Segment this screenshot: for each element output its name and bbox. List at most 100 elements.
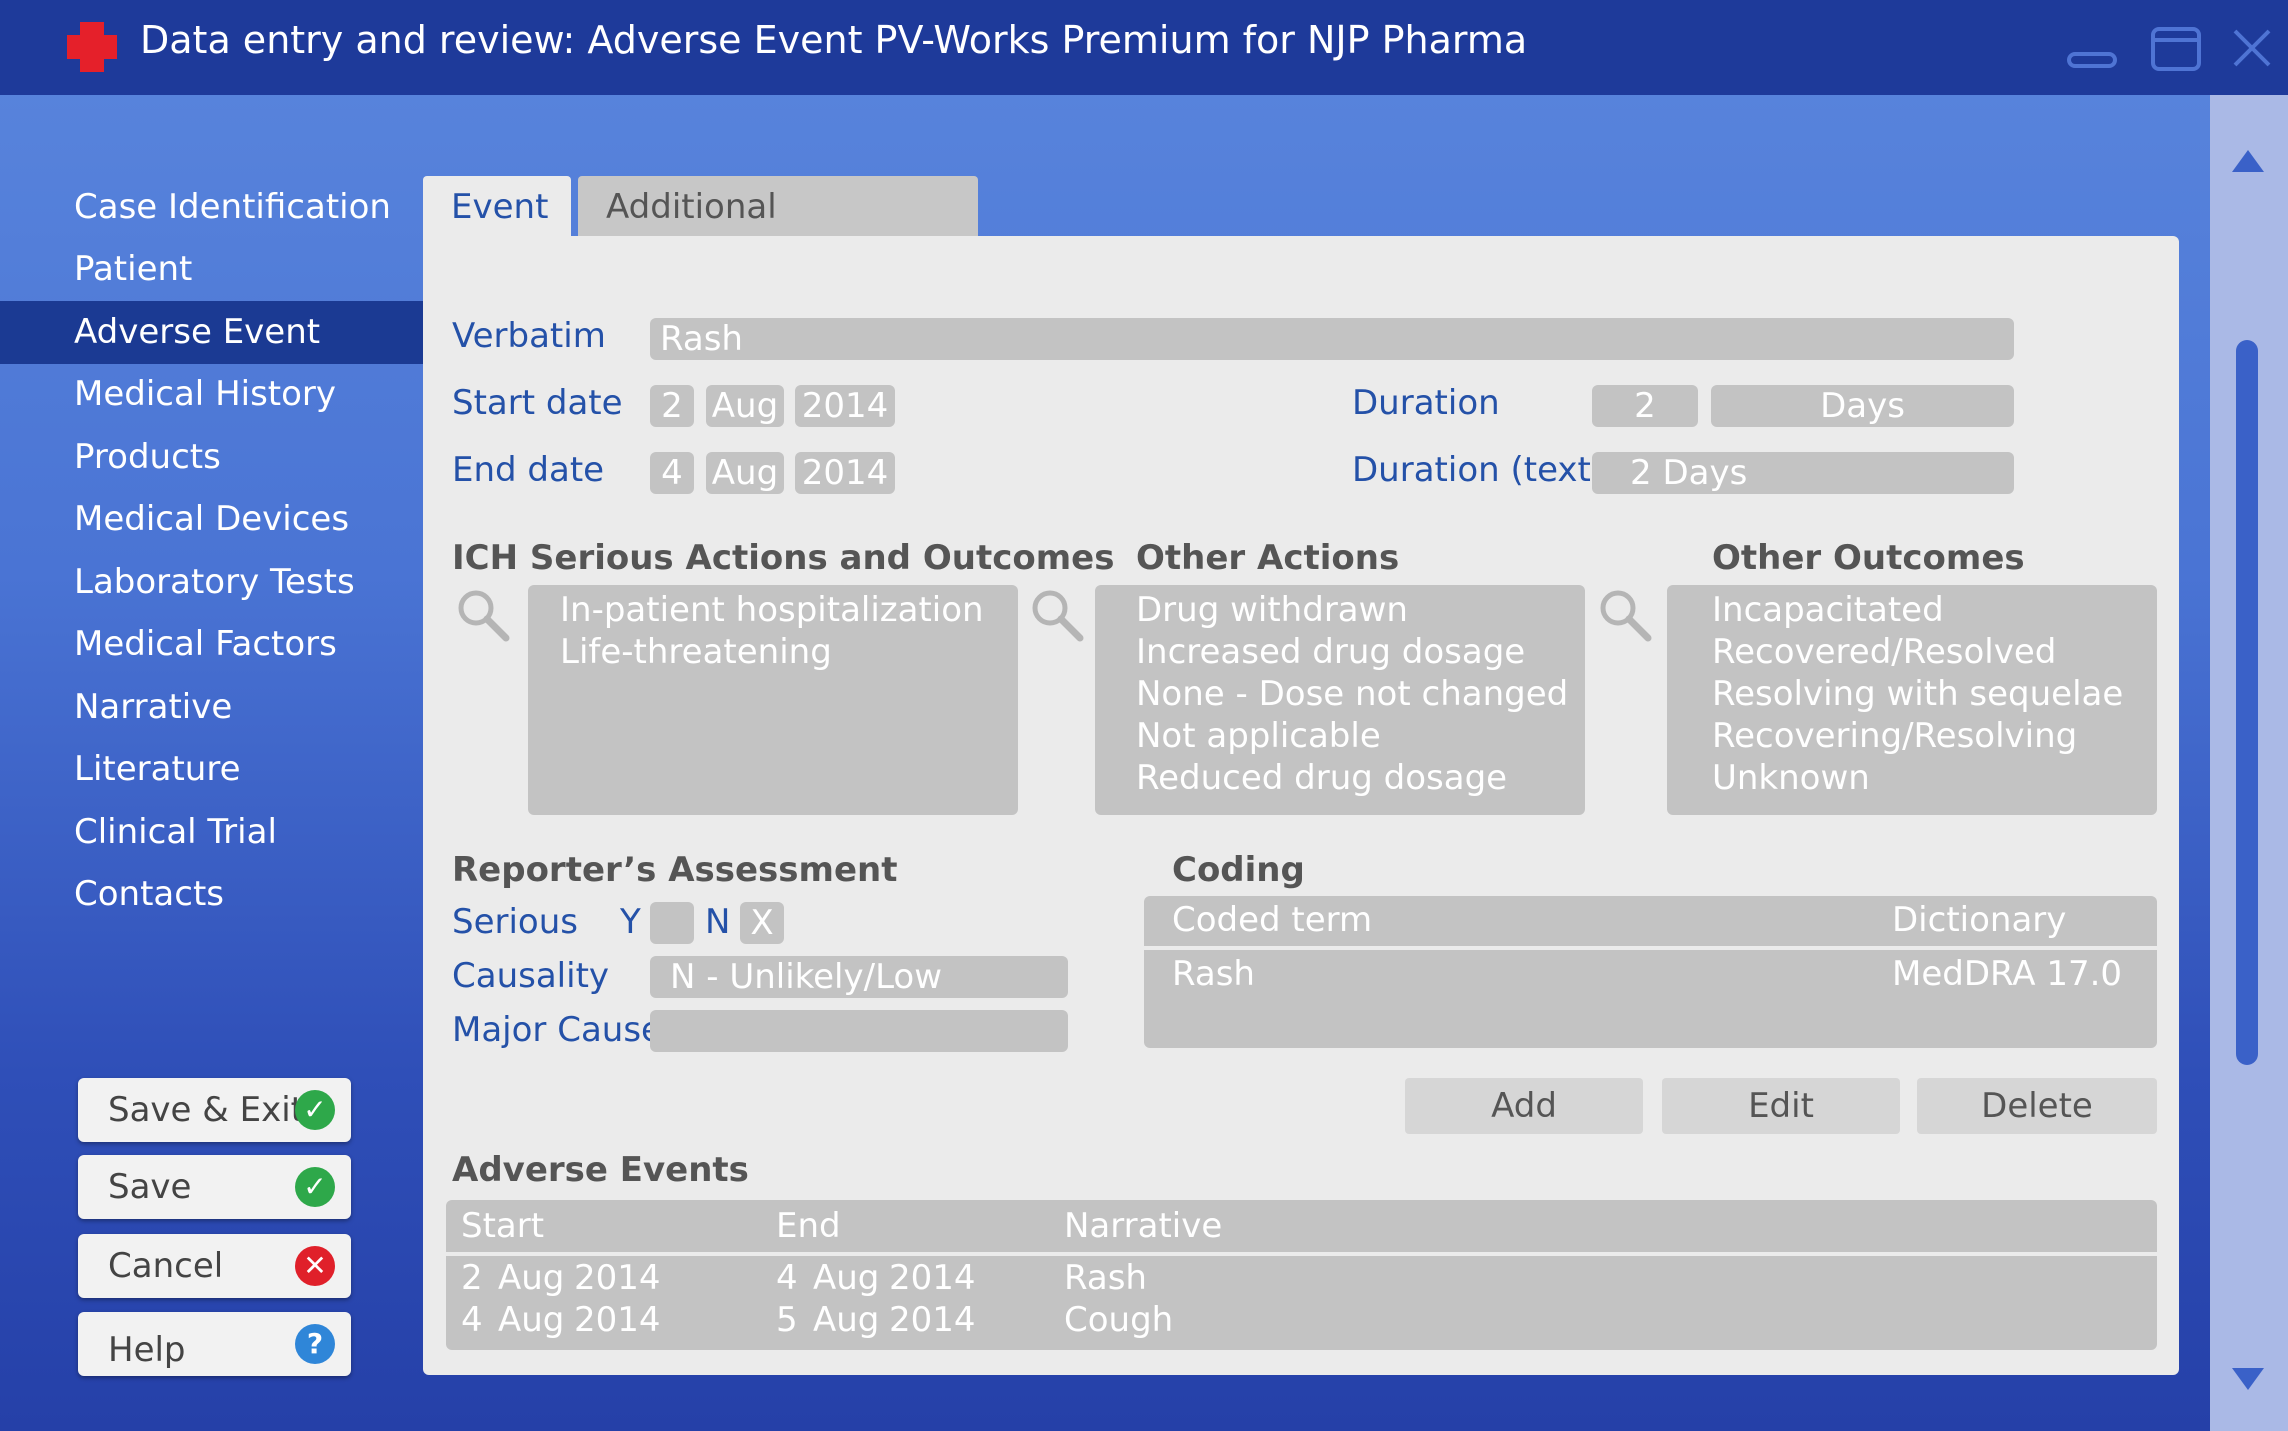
sidebar-item-medical-devices[interactable]: Medical Devices: [0, 488, 423, 551]
sidebar-item-medical-history[interactable]: Medical History: [0, 363, 423, 426]
end-month-cell: Aug: [813, 1300, 880, 1340]
list-item[interactable]: Not applicable: [1136, 715, 1585, 757]
checkmark-icon: ✓: [295, 1090, 335, 1130]
narrative-cell: Rash: [1064, 1258, 1147, 1298]
scrollbar-thumb[interactable]: [2236, 340, 2258, 1065]
serious-no-label: N: [705, 902, 731, 942]
start-day-cell: 2: [461, 1258, 483, 1298]
list-item[interactable]: Recovering/Resolving: [1712, 715, 2157, 757]
add-button[interactable]: Add: [1405, 1078, 1643, 1134]
list-item[interactable]: Resolving with sequelae: [1712, 673, 2157, 715]
sidebar-item-adverse-event[interactable]: Adverse Event: [0, 301, 423, 364]
serious-yes-label: Y: [620, 902, 641, 942]
adverse-events-title: Adverse Events: [452, 1150, 749, 1190]
end-day-field[interactable]: 4: [650, 452, 694, 494]
sidebar-item-narrative[interactable]: Narrative: [0, 676, 423, 739]
maximize-icon[interactable]: [2150, 26, 2202, 72]
scroll-down-arrow-icon[interactable]: [2230, 1366, 2266, 1392]
search-icon[interactable]: [456, 588, 510, 642]
cancel-button[interactable]: Cancel ✕: [78, 1234, 351, 1298]
save-exit-button[interactable]: Save & Exit ✓: [78, 1078, 351, 1142]
sidebar-item-medical-factors[interactable]: Medical Factors: [0, 613, 423, 676]
tab-event[interactable]: Event: [423, 176, 571, 238]
start-year-cell: 2014: [574, 1258, 661, 1298]
tab-additional-information[interactable]: Additional Information: [578, 176, 978, 289]
end-date-label: End date: [452, 450, 605, 490]
end-day-cell: 5: [776, 1300, 798, 1340]
other-outcomes-title: Other Outcomes: [1712, 538, 2025, 578]
end-month-field[interactable]: Aug: [706, 452, 784, 494]
start-year-cell: 2014: [574, 1300, 661, 1340]
coding-table-body: Rash MedDRA 17.0: [1144, 950, 2157, 1048]
dictionary-cell: MedDRA 17.0: [1892, 954, 2123, 994]
end-year-field[interactable]: 2014: [795, 452, 895, 494]
list-item[interactable]: Unknown: [1712, 757, 2157, 799]
reporter-assessment-title: Reporter’s Assessment: [452, 850, 898, 890]
end-year-cell: 2014: [889, 1300, 976, 1340]
sidebar-item-clinical-trial[interactable]: Clinical Trial: [0, 801, 423, 864]
serious-yes-checkbox[interactable]: [650, 902, 694, 944]
table-row[interactable]: Rash MedDRA 17.0: [1144, 950, 2157, 1000]
list-item[interactable]: None - Dose not changed: [1136, 673, 1585, 715]
coded-term-header: Coded term: [1172, 900, 1373, 940]
list-item[interactable]: Increased drug dosage: [1136, 631, 1585, 673]
list-item[interactable]: In-patient hospitalization: [560, 589, 1018, 631]
sidebar-item-patient[interactable]: Patient: [0, 238, 423, 301]
duration-unit-select[interactable]: Days: [1711, 385, 2014, 427]
cancel-x-icon: ✕: [295, 1246, 335, 1286]
end-year-cell: 2014: [889, 1258, 976, 1298]
causality-label: Causality: [452, 956, 610, 996]
table-row[interactable]: 4 Aug 2014 5 Aug 2014 Cough: [446, 1300, 2157, 1344]
delete-button[interactable]: Delete: [1917, 1078, 2157, 1134]
table-row[interactable]: 2 Aug 2014 4 Aug 2014 Rash: [446, 1256, 2157, 1300]
sidebar-item-products[interactable]: Products: [0, 426, 423, 489]
help-button[interactable]: Help ?: [78, 1312, 351, 1376]
list-item[interactable]: Reduced drug dosage: [1136, 757, 1585, 799]
start-month-cell: Aug: [498, 1300, 565, 1340]
duration-text-field[interactable]: 2 Days: [1592, 452, 2014, 494]
start-header: Start: [461, 1206, 545, 1246]
dictionary-header: Dictionary: [1892, 900, 2067, 940]
edit-button[interactable]: Edit: [1662, 1078, 1900, 1134]
help-label: Help: [108, 1330, 186, 1370]
search-icon[interactable]: [1030, 588, 1084, 642]
narrative-header: Narrative: [1064, 1206, 1223, 1246]
list-item[interactable]: Life-threatening: [560, 631, 1018, 673]
serious-no-checkbox[interactable]: X: [740, 902, 784, 944]
start-month-field[interactable]: Aug: [706, 385, 784, 427]
narrative-cell: Cough: [1064, 1300, 1174, 1340]
duration-value-field[interactable]: 2: [1592, 385, 1698, 427]
start-day-cell: 4: [461, 1300, 483, 1340]
list-item[interactable]: Incapacitated: [1712, 589, 2157, 631]
list-item[interactable]: Recovered/Resolved: [1712, 631, 2157, 673]
end-day-cell: 4: [776, 1258, 798, 1298]
other-actions-title: Other Actions: [1136, 538, 1400, 578]
sidebar-item-laboratory-tests[interactable]: Laboratory Tests: [0, 551, 423, 614]
serious-label: Serious: [452, 902, 578, 942]
duration-label: Duration: [1352, 383, 1500, 423]
major-cause-field[interactable]: [650, 1010, 1068, 1052]
start-day-field[interactable]: 2: [650, 385, 694, 427]
minimize-icon[interactable]: [2066, 44, 2118, 74]
coding-header: Coded term Dictionary: [1144, 896, 2157, 946]
save-exit-label: Save & Exit: [108, 1090, 304, 1130]
close-icon[interactable]: [2232, 28, 2272, 68]
save-button[interactable]: Save ✓: [78, 1155, 351, 1219]
start-year-field[interactable]: 2014: [795, 385, 895, 427]
checkmark-icon: ✓: [295, 1167, 335, 1207]
causality-select[interactable]: N - Unlikely/Low: [650, 956, 1068, 998]
search-icon[interactable]: [1598, 588, 1652, 642]
sidebar-item-literature[interactable]: Literature: [0, 738, 423, 801]
start-date-label: Start date: [452, 383, 623, 423]
verbatim-label: Verbatim: [452, 316, 606, 356]
other-outcomes-listbox[interactable]: Incapacitated Recovered/Resolved Resolvi…: [1667, 585, 2157, 815]
sidebar-item-contacts[interactable]: Contacts: [0, 863, 423, 926]
sidebar-item-case-identification[interactable]: Case Identification: [0, 176, 423, 239]
other-actions-listbox[interactable]: Drug withdrawn Increased drug dosage Non…: [1095, 585, 1585, 815]
app-logo-icon-bar: [67, 35, 117, 59]
ich-listbox[interactable]: In-patient hospitalization Life-threaten…: [528, 585, 1018, 815]
coding-title: Coding: [1172, 850, 1305, 890]
scroll-up-arrow-icon[interactable]: [2230, 148, 2266, 174]
verbatim-field[interactable]: Rash: [650, 318, 2014, 360]
list-item[interactable]: Drug withdrawn: [1136, 589, 1585, 631]
